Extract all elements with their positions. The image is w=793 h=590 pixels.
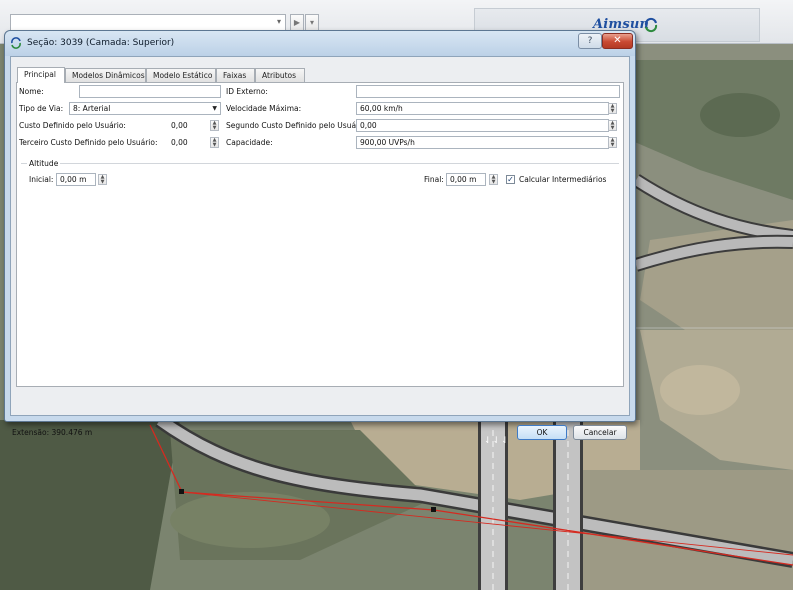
altitude-group-title: Altitude [27, 159, 61, 168]
tab-label: Atributos [262, 71, 297, 80]
capacidade-label: Capacidade: [226, 138, 273, 147]
tab-modelo-estatico[interactable]: Modelo Estático [146, 68, 216, 82]
altitude-inicial-label: Inicial: [29, 175, 54, 184]
terceiro-custo-input[interactable]: 0,00 [167, 136, 208, 149]
tab-atributos[interactable]: Atributos [255, 68, 305, 82]
close-icon: ✕ [613, 35, 622, 46]
velocidade-maxima-spinner[interactable]: ▲ ▼ [608, 103, 617, 114]
spin-arrows-icon: ▲ ▼ [610, 103, 615, 114]
spin-arrows-icon: ▲ ▼ [491, 174, 496, 185]
play-icon: ▶ [293, 18, 301, 27]
tab-label: Principal [24, 70, 56, 79]
spin-arrows-icon: ▲ ▼ [610, 120, 615, 131]
help-button[interactable]: ? [578, 33, 602, 49]
tab-panel-principal: Nome: ID Externo: Tipo de Via: 8: Arteri… [16, 82, 624, 387]
custo-usuario-label: Custo Definido pelo Usuário: [19, 121, 126, 130]
terceiro-custo-spinner[interactable]: ▲ ▼ [210, 137, 219, 148]
spin-arrows-icon: ▲ ▼ [212, 137, 217, 148]
altitude-inicial-input[interactable]: 0,00 m [56, 173, 96, 186]
id-externo-label: ID Externo: [226, 87, 268, 96]
nome-label: Nome: [19, 87, 44, 96]
spin-arrows-icon: ▲ ▼ [100, 174, 105, 185]
aimsun-swirl-icon [644, 17, 658, 33]
terceiro-custo-label: Terceiro Custo Definido pelo Usuário: [19, 138, 158, 147]
altitude-group: Altitude Inicial: 0,00 m ▲ ▼ Final: 0,00 … [21, 159, 619, 189]
chevron-down-icon: ▼ [212, 105, 217, 112]
chevron-down-icon: ▾ [276, 17, 281, 26]
chevron-down-icon: ▾ [309, 18, 314, 27]
tipo-via-value: 8: Arterial [73, 104, 111, 113]
segundo-custo-spinner[interactable]: ▲ ▼ [608, 120, 617, 131]
help-icon: ? [587, 36, 593, 46]
spin-arrows-icon: ▲ ▼ [212, 120, 217, 131]
dialog-titlebar[interactable]: Seção: 3039 (Camada: Superior) ? ✕ [5, 31, 635, 56]
spin-arrows-icon: ▲ ▼ [610, 137, 615, 148]
tab-label: Modelos Dinâmicos [72, 71, 145, 80]
altitude-inicial-spinner[interactable]: ▲ ▼ [98, 174, 107, 185]
altitude-final-label: Final: [424, 175, 444, 184]
altitude-final-input[interactable]: 0,00 m [446, 173, 486, 186]
tab-label: Modelo Estático [153, 71, 213, 80]
nome-input[interactable] [79, 85, 221, 98]
refresh-icon [11, 37, 21, 49]
altitude-final-spinner[interactable]: ▲ ▼ [489, 174, 498, 185]
tab-label: Faixas [223, 71, 247, 80]
cancel-button[interactable]: Cancelar [573, 425, 627, 440]
calcular-intermediarios-label: Calcular Intermediários [519, 175, 607, 184]
tipo-via-select[interactable]: 8: Arterial ▼ [69, 102, 221, 115]
lane-arrows: ⇃⇃⇃ [484, 436, 510, 446]
tab-faixas[interactable]: Faixas [216, 68, 255, 82]
custo-usuario-spinner[interactable]: ▲ ▼ [210, 120, 219, 131]
tab-modelos-dinamicos[interactable]: Modelos Dinâmicos [65, 68, 146, 82]
velocidade-maxima-label: Velocidade Máxima: [226, 104, 302, 113]
calcular-intermediarios-checkbox[interactable]: ✓ [506, 175, 515, 184]
section-editor-dialog: Seção: 3039 (Camada: Superior) ? ✕ Princ… [4, 30, 636, 440]
tipo-via-label: Tipo de Via: [19, 104, 64, 113]
ok-button[interactable]: OK [517, 425, 567, 440]
velocidade-maxima-input[interactable]: 60,00 km/h [356, 102, 609, 115]
capacidade-input[interactable]: 900,00 UVPs/h [356, 136, 609, 149]
close-button[interactable]: ✕ [602, 33, 633, 49]
tab-principal[interactable]: Principal [17, 67, 65, 83]
extensao-status: Extensão: 390.476 m [12, 428, 93, 437]
dialog-title: Seção: 3039 (Camada: Superior) [27, 38, 175, 48]
segundo-custo-label: Segundo Custo Definido pelo Usuário: [226, 121, 369, 130]
capacidade-spinner[interactable]: ▲ ▼ [608, 137, 617, 148]
custo-usuario-input[interactable]: 0,00 [167, 119, 208, 132]
segundo-custo-input[interactable]: 0,00 [356, 119, 609, 132]
id-externo-input[interactable] [356, 85, 620, 98]
checkmark-icon: ✓ [507, 175, 514, 184]
dialog-client-area: Principal Modelos Dinâmicos Modelo Estát… [10, 56, 630, 440]
